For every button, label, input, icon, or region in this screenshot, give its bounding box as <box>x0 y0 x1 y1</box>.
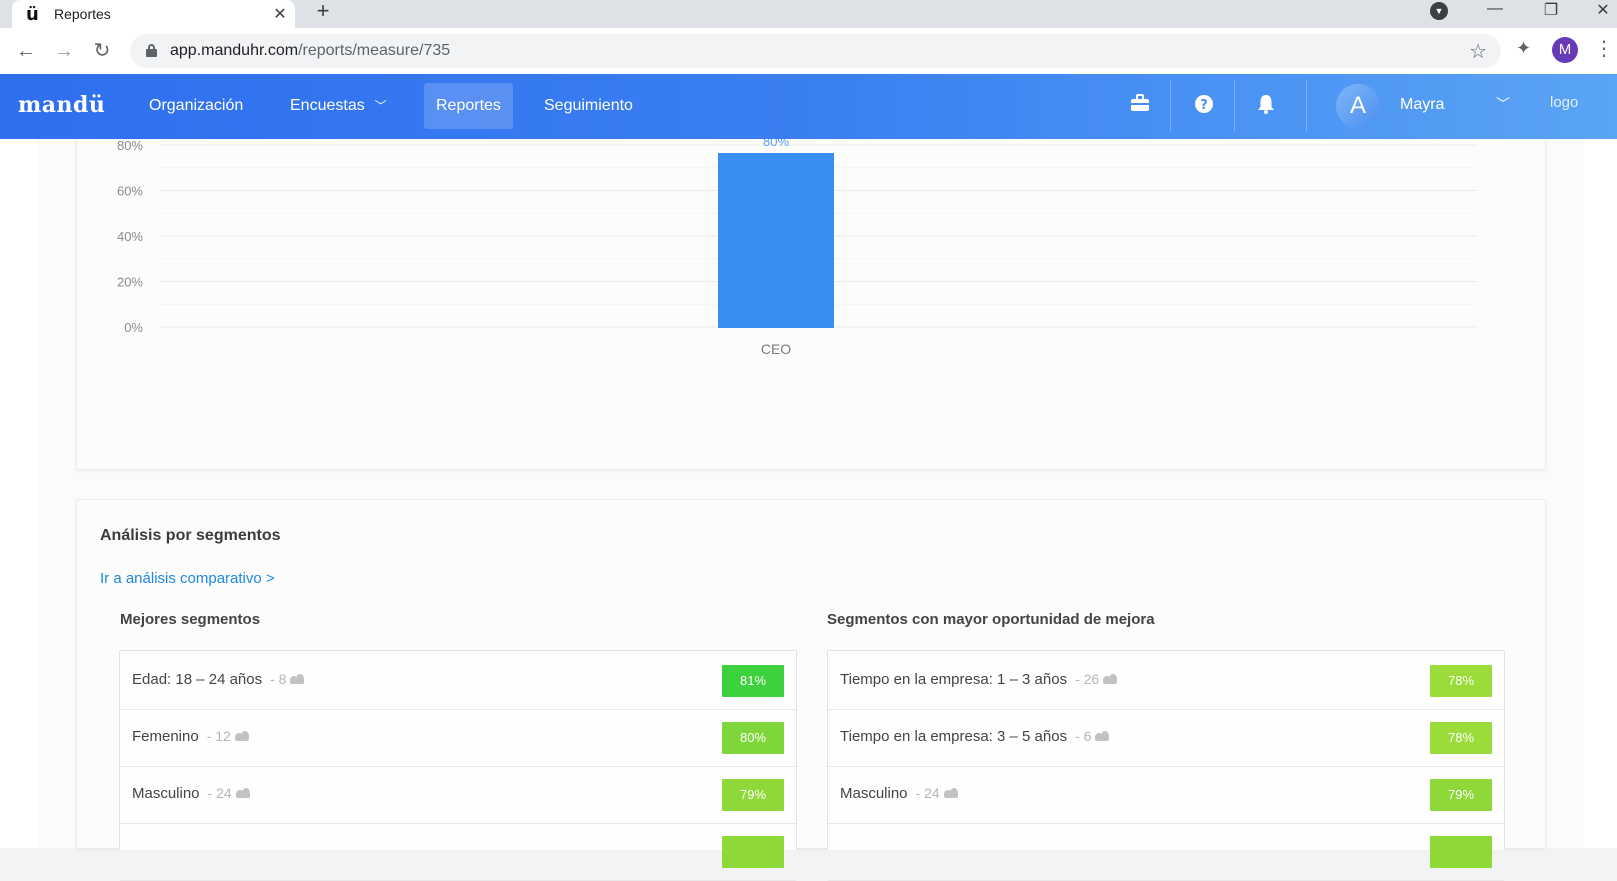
score-badge: 81% <box>722 665 784 697</box>
segment-row[interactable]: Tiempo en la empresa: 1 – 3 años - 26 78% <box>828 651 1504 710</box>
nav-organizacion[interactable]: Organización <box>137 83 255 129</box>
segment-label: Masculino - 24 <box>132 785 250 802</box>
score-badge: 80% <box>722 722 784 754</box>
reload-icon[interactable]: ↻ <box>90 39 114 63</box>
people-icon <box>235 788 250 798</box>
content-area: 0% 20% 40% 60% 80% 80% CEO Análisis por segmen… <box>38 139 1584 881</box>
close-tab-icon[interactable]: ✕ <box>265 4 295 24</box>
segment-name: Masculino <box>132 785 200 802</box>
comparative-analysis-link[interactable]: Ir a análisis comparativo > <box>100 570 275 587</box>
score-badge: 79% <box>1430 779 1492 811</box>
browser-toolbar: ← → ↻ app.manduhr.com/reports/measure/73… <box>0 28 1617 74</box>
segment-analysis-card: Análisis por segmentos Ir a análisis com… <box>76 499 1546 881</box>
nav-encuestas[interactable]: Encuestas ﹀ <box>278 83 399 129</box>
segment-row[interactable]: Edad: 18 – 24 años - 8 81% <box>120 651 796 710</box>
segment-name: Masculino <box>840 785 908 802</box>
page-body: 0% 20% 40% 60% 80% 80% CEO Análisis por segmen… <box>0 139 1617 881</box>
y-tick-label: 60% <box>117 184 143 199</box>
improvement-segments-list: Tiempo en la empresa: 1 – 3 años - 26 78% T… <box>827 650 1505 881</box>
segment-label: Edad: 18 – 24 años - 8 <box>132 671 305 688</box>
x-category-label: CEO <box>761 341 791 357</box>
nav-seguimiento[interactable]: Seguimiento <box>532 83 645 129</box>
user-name[interactable]: Mayra <box>1400 96 1444 114</box>
bar-chart: 0% 20% 40% 60% 80% 80% CEO <box>117 139 1477 357</box>
bar-value-label: 80% <box>763 139 789 149</box>
score-badge: 79% <box>722 779 784 811</box>
help-icon[interactable]: ? <box>1192 94 1216 118</box>
back-icon[interactable]: ← <box>14 39 38 63</box>
brand-logo[interactable]: mandü <box>18 92 105 118</box>
tab-title: Reportes <box>54 6 111 22</box>
bell-icon[interactable] <box>1254 94 1278 118</box>
segment-count: - 24 <box>915 785 940 801</box>
close-window-icon[interactable]: ✕ <box>1590 0 1616 22</box>
nav-divider <box>1170 80 1171 132</box>
y-tick-label: 20% <box>117 275 143 290</box>
segment-count: - 12 <box>206 728 231 744</box>
nav-reportes[interactable]: Reportes <box>424 83 513 129</box>
segment-count: - 8 <box>270 671 287 687</box>
people-icon <box>943 788 958 798</box>
score-badge <box>1430 836 1492 868</box>
segment-label: Tiempo en la empresa: 3 – 5 años - 6 <box>840 728 1110 745</box>
nav-divider <box>1234 80 1235 132</box>
segment-count: - 6 <box>1075 728 1092 744</box>
address-bar[interactable]: app.manduhr.com/reports/measure/735 ☆ <box>130 34 1501 68</box>
browser-menu-icon[interactable]: ⋮ <box>1594 36 1614 61</box>
section-title: Análisis por segmentos <box>100 527 281 544</box>
best-segments-title: Mejores segmentos <box>120 611 261 628</box>
forward-icon[interactable]: → <box>52 39 76 63</box>
improvement-segments-title: Segmentos con mayor oportunidad de mejor… <box>827 611 1155 628</box>
y-tick-label: 40% <box>117 229 143 244</box>
segment-name: Femenino <box>132 728 199 745</box>
tab-search-icon[interactable]: ▼ <box>1430 2 1448 20</box>
segment-name: Edad: 18 – 24 años <box>132 671 263 688</box>
segment-row[interactable]: Tiempo en la empresa: 3 – 5 años - 6 78% <box>828 708 1504 767</box>
url-text: app.manduhr.com/reports/measure/735 <box>170 42 451 59</box>
segment-label: Femenino - 12 <box>132 728 249 745</box>
best-segments-list: Edad: 18 – 24 años - 8 81% Femenino - 12 80% M… <box>119 650 797 881</box>
browser-tab[interactable]: ü Reportes ✕ <box>12 0 295 28</box>
segment-name: Tiempo en la empresa: 1 – 3 años <box>840 671 1068 688</box>
chart-card: 0% 20% 40% 60% 80% 80% CEO <box>76 139 1546 470</box>
favicon-icon: ü <box>26 3 39 25</box>
y-tick-label: 0% <box>124 320 143 335</box>
extensions-icon[interactable]: ✦ <box>1516 38 1531 59</box>
new-tab-button[interactable]: + <box>310 0 336 22</box>
briefcase-icon[interactable] <box>1128 94 1152 118</box>
user-avatar[interactable]: A <box>1336 84 1380 128</box>
people-icon <box>234 731 249 741</box>
segment-label: Tiempo en la empresa: 1 – 3 años - 26 <box>840 671 1118 688</box>
segment-row[interactable]: Femenino - 12 80% <box>120 708 796 767</box>
people-icon <box>1103 674 1118 684</box>
score-badge <box>722 836 784 868</box>
app-navbar: mandü Organización Encuestas ﹀ Reportes S… <box>0 74 1617 139</box>
segment-count: - 24 <box>207 785 232 801</box>
score-badge: 78% <box>1430 665 1492 697</box>
lock-icon[interactable] <box>146 44 157 57</box>
segment-row[interactable] <box>120 822 796 881</box>
company-logo-image: logo <box>1550 94 1579 111</box>
segment-row[interactable]: Masculino - 24 79% <box>828 765 1504 824</box>
score-badge: 78% <box>1430 722 1492 754</box>
nav-divider <box>1306 80 1307 132</box>
segment-row[interactable] <box>828 822 1504 881</box>
segment-name: Tiempo en la empresa: 3 – 5 años <box>840 728 1068 745</box>
segment-row[interactable]: Masculino - 24 79% <box>120 765 796 824</box>
svg-text:?: ? <box>1200 98 1208 113</box>
minimize-icon[interactable]: — <box>1482 0 1508 22</box>
bookmark-star-icon[interactable]: ☆ <box>1469 39 1487 64</box>
people-icon <box>1095 731 1110 741</box>
restore-icon[interactable]: ❐ <box>1538 0 1564 22</box>
people-icon <box>290 674 305 684</box>
segment-label: Masculino - 24 <box>840 785 958 802</box>
user-menu-chevron-icon[interactable]: ﹀ <box>1496 94 1510 114</box>
chevron-down-icon: ﹀ <box>374 99 387 113</box>
chart-bar <box>718 153 834 328</box>
browser-tab-strip: ü Reportes ✕ + ▼ — ❐ ✕ <box>0 0 1617 28</box>
segment-count: - 26 <box>1075 671 1100 687</box>
y-tick-label: 80% <box>117 139 143 153</box>
profile-avatar[interactable]: M <box>1552 37 1578 63</box>
